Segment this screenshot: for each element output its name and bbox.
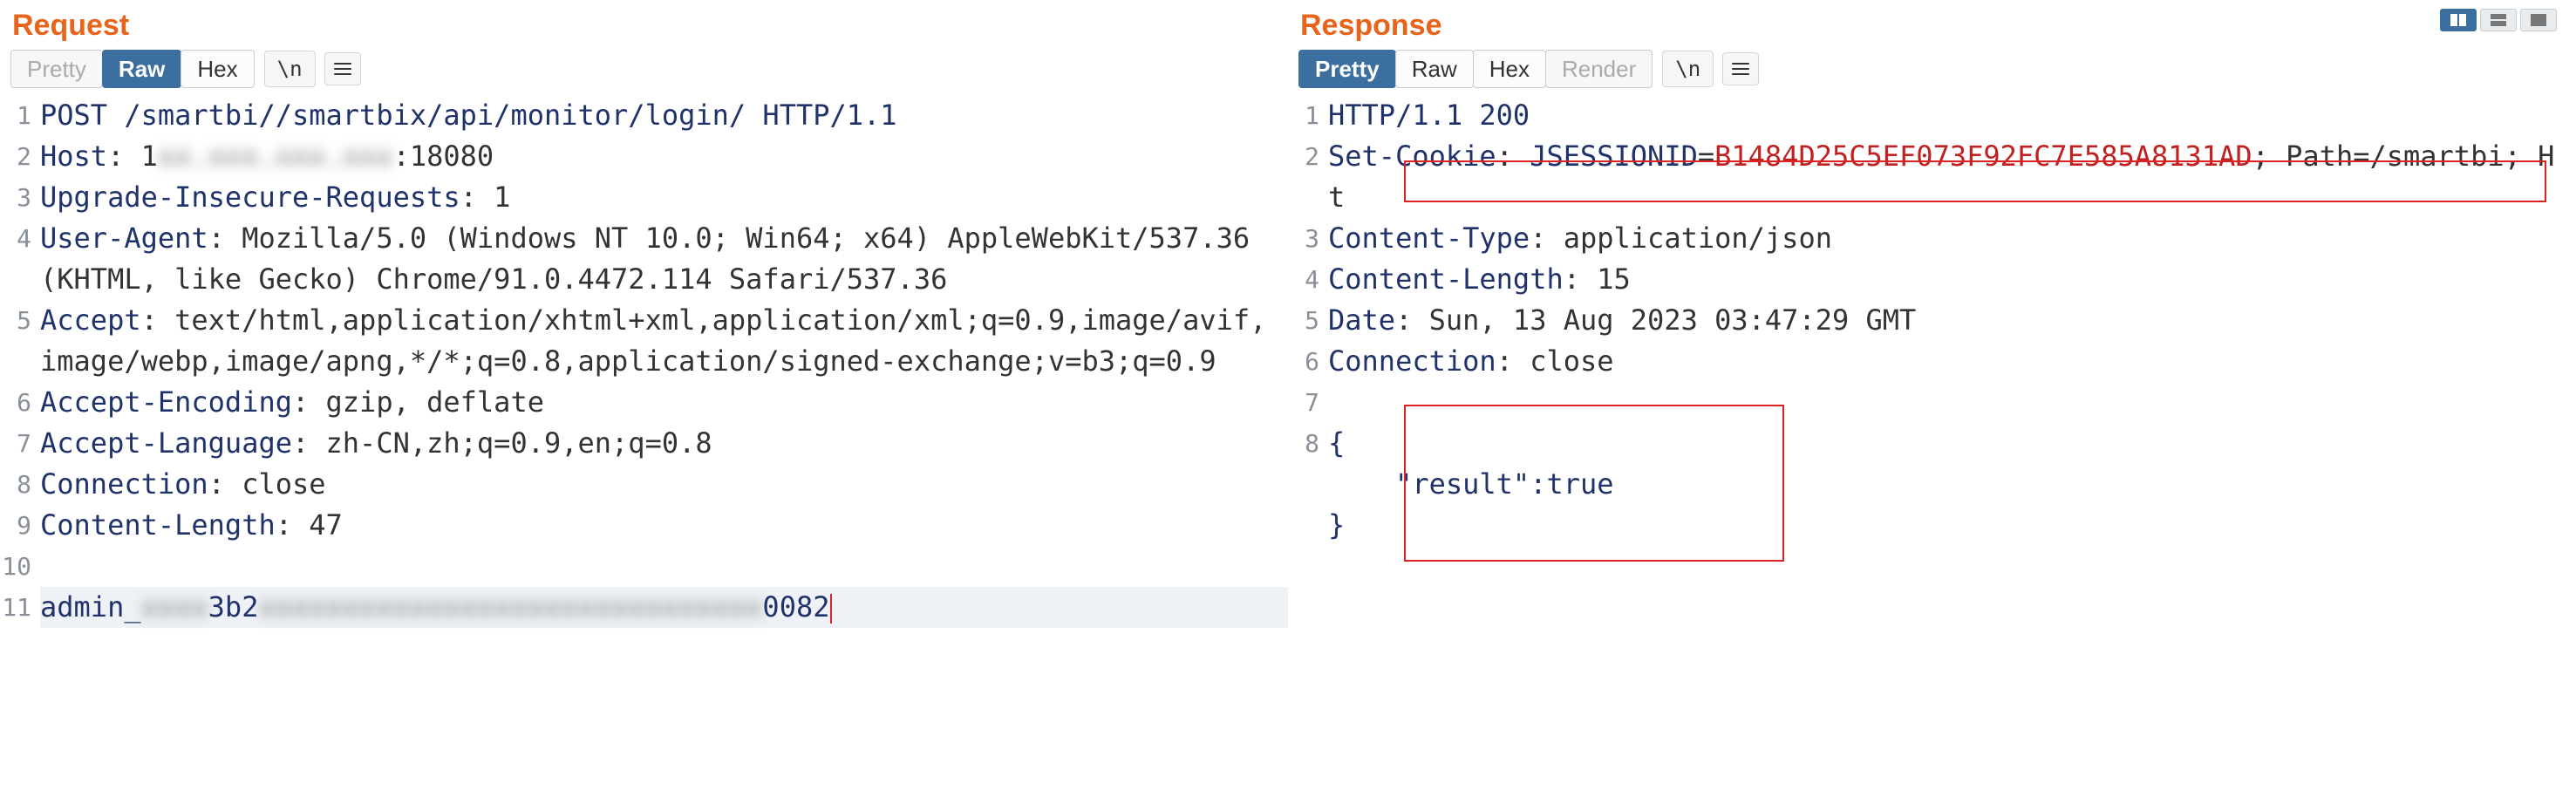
- tab-raw[interactable]: Raw: [102, 50, 181, 88]
- editor-line: 8Connection: close: [0, 464, 1288, 505]
- editor-line: 1POST /smartbi//smartbix/api/monitor/log…: [0, 95, 1288, 136]
- response-tab-row: Pretty Raw Hex Render \n: [1288, 50, 2576, 93]
- request-header: Request: [0, 0, 1288, 50]
- tab-newline[interactable]: \n: [1662, 51, 1714, 87]
- tab-pretty[interactable]: Pretty: [10, 50, 103, 88]
- editor-line: 8{: [1288, 423, 2576, 464]
- request-editor[interactable]: 1POST /smartbi//smartbix/api/monitor/log…: [0, 93, 1288, 811]
- request-tab-row: Pretty Raw Hex \n: [0, 50, 1288, 93]
- editor-line: 11admin_xxxx3b2xxxxxxxxxxxxxxxxxxxxxxxxx…: [0, 587, 1288, 628]
- editor-line: 3Content-Type: application/json: [1288, 218, 2576, 259]
- editor-line: 4Content-Length: 15: [1288, 259, 2576, 300]
- tab-raw[interactable]: Raw: [1395, 50, 1474, 88]
- editor-line: "result":true: [1288, 464, 2576, 505]
- layout-columns-icon[interactable]: [2440, 9, 2477, 31]
- editor-line: 2Host: 1xx.xxx.xxx.xxx:18080: [0, 136, 1288, 177]
- editor-line: 10: [0, 546, 1288, 587]
- tab-hex[interactable]: Hex: [181, 50, 254, 88]
- tab-render[interactable]: Render: [1545, 50, 1653, 88]
- tab-pretty[interactable]: Pretty: [1298, 50, 1396, 88]
- hamburger-icon[interactable]: [324, 52, 361, 85]
- response-panel: Response Pretty Raw Hex Render \n: [1288, 0, 2576, 811]
- response-editor[interactable]: 1HTTP/1.1 2002Set-Cookie: JSESSIONID=B14…: [1288, 93, 2576, 811]
- split-container: Request Pretty Raw Hex \n 1POST /smartbi…: [0, 0, 2576, 811]
- layout-button-group: [2440, 9, 2564, 31]
- tab-hex[interactable]: Hex: [1473, 50, 1546, 88]
- editor-line: 3Upgrade-Insecure-Requests: 1: [0, 177, 1288, 218]
- request-title: Request: [12, 9, 129, 43]
- hamburger-icon[interactable]: [1722, 52, 1759, 85]
- editor-line: 7: [1288, 382, 2576, 423]
- layout-single-icon[interactable]: [2520, 9, 2557, 31]
- layout-rows-icon[interactable]: [2480, 9, 2517, 31]
- editor-line: 6Connection: close: [1288, 341, 2576, 382]
- editor-line: 5Accept: text/html,application/xhtml+xml…: [0, 300, 1288, 382]
- request-panel: Request Pretty Raw Hex \n 1POST /smartbi…: [0, 0, 1288, 811]
- editor-line: 9Content-Length: 47: [0, 505, 1288, 546]
- editor-line: 1HTTP/1.1 200: [1288, 95, 2576, 136]
- response-title: Response: [1300, 9, 1442, 43]
- editor-line: 2Set-Cookie: JSESSIONID=B1484D25C5EF073F…: [1288, 136, 2576, 218]
- editor-line: 4User-Agent: Mozilla/5.0 (Windows NT 10.…: [0, 218, 1288, 300]
- editor-line: 7Accept-Language: zh-CN,zh;q=0.9,en;q=0.…: [0, 423, 1288, 464]
- editor-line: 5Date: Sun, 13 Aug 2023 03:47:29 GMT: [1288, 300, 2576, 341]
- tab-newline[interactable]: \n: [264, 51, 316, 87]
- editor-line: 6Accept-Encoding: gzip, deflate: [0, 382, 1288, 423]
- editor-line: }: [1288, 505, 2576, 546]
- response-header: Response: [1288, 0, 2576, 50]
